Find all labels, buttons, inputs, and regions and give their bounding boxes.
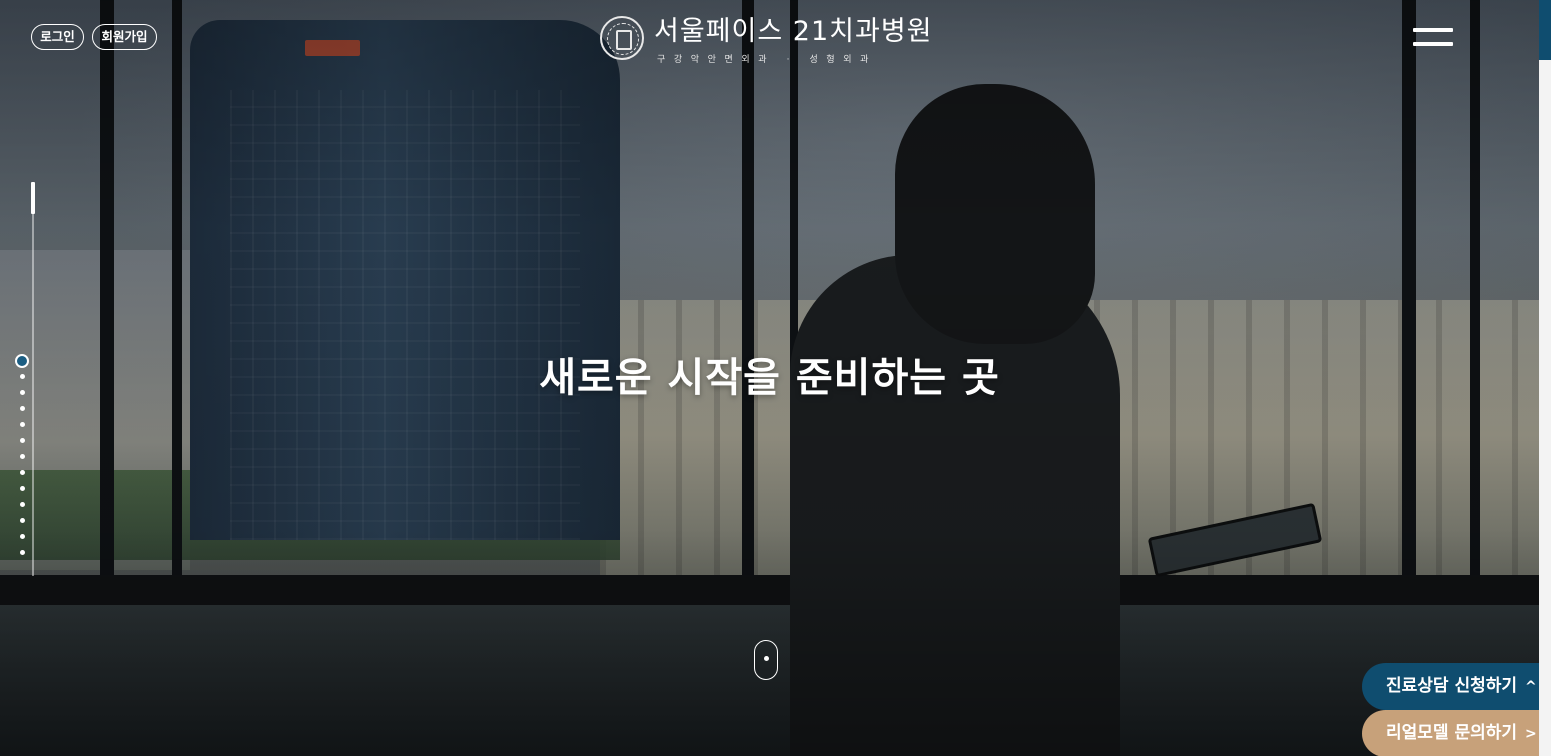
scroll-dot-icon <box>763 656 769 661</box>
real-model-inquiry-button[interactable]: 리얼모델 문의하기 > <box>1362 710 1539 756</box>
slide-dot[interactable] <box>20 454 25 459</box>
real-model-inquiry-label: 리얼모델 문의하기 <box>1386 723 1518 743</box>
consultation-request-button[interactable]: 진료상담 신청하기 ^ <box>1362 663 1539 710</box>
page-scrollbar[interactable] <box>1539 0 1551 756</box>
slide-dot[interactable] <box>20 550 25 555</box>
login-button[interactable]: 로그인 <box>31 24 84 50</box>
chevron-right-icon: > <box>1525 726 1537 742</box>
logo-subtitle: 구강악안면외과 · 성형외과 <box>657 55 878 65</box>
slide-dot[interactable] <box>20 438 25 443</box>
slide-dot[interactable] <box>20 502 25 507</box>
chevron-up-icon: ^ <box>1525 679 1537 695</box>
consultation-request-label: 진료상담 신청하기 <box>1386 676 1518 696</box>
slide-progress-thumb <box>31 182 35 214</box>
hero-headline: 새로운 시작을 준비하는 곳 <box>539 355 1000 401</box>
signup-button[interactable]: 회원가입 <box>92 24 157 50</box>
slide-dot[interactable] <box>20 534 25 539</box>
menu-bar <box>1413 28 1453 32</box>
slide-dot[interactable] <box>20 406 25 411</box>
logo-title: 서울페이스 21치과병원 <box>654 16 933 47</box>
menu-bar <box>1413 42 1453 46</box>
slide-dot[interactable] <box>20 486 25 491</box>
slide-dot[interactable] <box>20 470 25 475</box>
hospital-logo[interactable]: 서울페이스 21치과병원 구강악안면외과 · 성형외과 <box>600 16 933 66</box>
hospital-emblem-icon <box>600 16 644 60</box>
slide-dot[interactable] <box>20 518 25 523</box>
slide-dot[interactable] <box>20 422 25 427</box>
scrollbar-thumb[interactable] <box>1539 0 1551 60</box>
scroll-down-indicator[interactable] <box>754 640 778 680</box>
hamburger-menu-icon[interactable] <box>1413 26 1453 50</box>
